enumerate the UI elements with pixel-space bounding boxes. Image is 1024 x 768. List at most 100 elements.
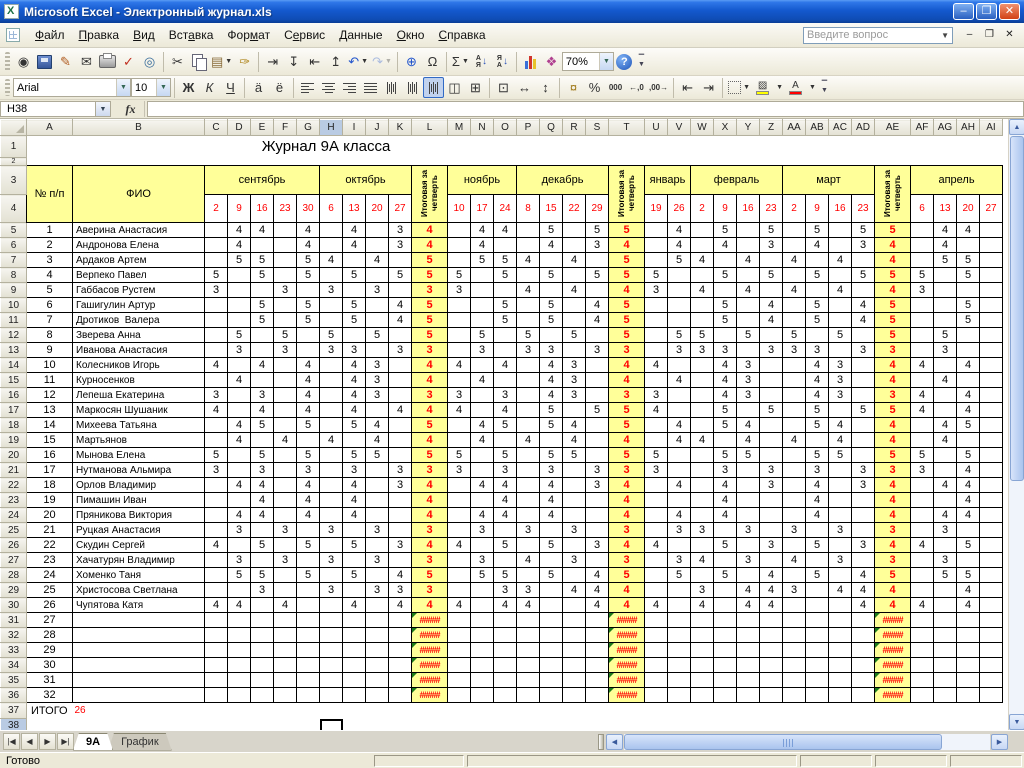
grade-cell[interactable]	[828, 567, 852, 583]
grade-cell[interactable]	[667, 657, 691, 673]
grade-cell[interactable]	[979, 642, 1003, 658]
error-cell[interactable]: #####	[874, 627, 911, 643]
grade-cell[interactable]: 4	[562, 432, 586, 448]
grade-cell[interactable]: 3	[411, 582, 448, 598]
grade-cell[interactable]	[470, 612, 494, 628]
grade-cell[interactable]	[667, 387, 691, 403]
grade-cell[interactable]	[910, 297, 934, 313]
grade-cell[interactable]	[644, 432, 668, 448]
grade-cell[interactable]	[782, 597, 806, 613]
grade-cell[interactable]: 4	[411, 597, 448, 613]
grade-cell[interactable]	[493, 237, 517, 253]
grade-cell[interactable]	[447, 552, 471, 568]
grade-cell[interactable]	[690, 687, 714, 703]
grade-cell[interactable]: 4	[956, 462, 980, 478]
grade-cell[interactable]	[319, 237, 343, 253]
grade-cell[interactable]	[851, 417, 875, 433]
grade-cell[interactable]	[319, 417, 343, 433]
student-name[interactable]: Верпеко Павел	[72, 267, 205, 283]
grade-cell[interactable]	[736, 687, 760, 703]
grade-cell[interactable]	[933, 687, 957, 703]
grade-cell[interactable]	[979, 537, 1003, 553]
grade-cell[interactable]: 3	[365, 357, 389, 373]
grade-cell[interactable]: 3	[539, 462, 563, 478]
grade-cell[interactable]	[759, 642, 783, 658]
grade-cell[interactable]	[493, 687, 517, 703]
grade-cell[interactable]: 4	[874, 252, 911, 268]
grade-cell[interactable]	[713, 522, 737, 538]
grade-cell[interactable]: 5	[874, 222, 911, 238]
grade-cell[interactable]	[447, 672, 471, 688]
error-cell[interactable]: #####	[411, 672, 448, 688]
student-name[interactable]: Гашигулин Артур	[72, 297, 205, 313]
grade-cell[interactable]	[805, 582, 829, 598]
error-cell[interactable]: #####	[411, 657, 448, 673]
header-date[interactable]: 15	[539, 194, 563, 223]
grade-cell[interactable]	[979, 522, 1003, 538]
grade-cell[interactable]	[227, 642, 251, 658]
header-date[interactable]: 22	[562, 194, 586, 223]
grade-cell[interactable]	[273, 312, 297, 328]
header-month[interactable]: февраль	[690, 165, 783, 195]
header-date[interactable]: 10	[447, 194, 471, 223]
grade-cell[interactable]	[851, 522, 875, 538]
grade-cell[interactable]	[585, 252, 609, 268]
grade-cell[interactable]	[470, 297, 494, 313]
grade-cell[interactable]	[828, 402, 852, 418]
grade-cell[interactable]: 3	[319, 582, 343, 598]
grade-cell[interactable]: 4	[874, 492, 911, 508]
grade-cell[interactable]	[644, 642, 668, 658]
student-name[interactable]: Дротиков Валера	[72, 312, 205, 328]
column-header-R[interactable]: R	[562, 119, 586, 136]
grade-cell[interactable]: 4	[250, 222, 274, 238]
grade-cell[interactable]	[828, 297, 852, 313]
grade-cell[interactable]	[667, 297, 691, 313]
grade-cell[interactable]	[319, 402, 343, 418]
grade-cell[interactable]	[585, 552, 609, 568]
grade-cell[interactable]	[296, 522, 320, 538]
grade-cell[interactable]	[447, 522, 471, 538]
save-icon[interactable]	[34, 51, 55, 72]
grade-cell[interactable]	[204, 582, 228, 598]
grade-cell[interactable]: 4	[736, 582, 760, 598]
grade-cell[interactable]: 4	[585, 582, 609, 598]
grade-cell[interactable]	[585, 432, 609, 448]
grade-cell[interactable]	[690, 267, 714, 283]
grade-cell[interactable]	[516, 507, 540, 523]
grade-cell[interactable]	[539, 252, 563, 268]
vertical-text-3-icon[interactable]	[423, 77, 444, 98]
grade-cell[interactable]	[388, 552, 412, 568]
grade-cell[interactable]	[273, 297, 297, 313]
grade-cell[interactable]	[447, 627, 471, 643]
grade-cell[interactable]	[447, 432, 471, 448]
grade-cell[interactable]	[736, 537, 760, 553]
student-name[interactable]: Нутманова Альмира	[72, 462, 205, 478]
underline-icon[interactable]: Ч	[220, 77, 241, 98]
grade-cell[interactable]	[562, 672, 586, 688]
grade-cell[interactable]	[667, 462, 691, 478]
grade-cell[interactable]: 4	[644, 537, 668, 553]
grade-cell[interactable]: 4	[227, 417, 251, 433]
grade-cell[interactable]: 5	[805, 567, 829, 583]
tab-nav-2[interactable]: ▶	[39, 733, 56, 750]
grade-cell[interactable]: 4	[296, 477, 320, 493]
grade-cell[interactable]: 4	[296, 402, 320, 418]
grade-cell[interactable]: 3	[447, 462, 471, 478]
grade-cell[interactable]: 5	[874, 312, 911, 328]
delete-rows-icon[interactable]: ↥	[325, 51, 346, 72]
header-fio[interactable]: ФИО	[72, 165, 205, 223]
grade-cell[interactable]	[470, 267, 494, 283]
grade-cell[interactable]	[851, 672, 875, 688]
grade-cell[interactable]	[759, 657, 783, 673]
grade-cell[interactable]	[204, 612, 228, 628]
grade-cell[interactable]	[296, 657, 320, 673]
grade-cell[interactable]: 3	[388, 477, 412, 493]
grade-cell[interactable]	[933, 282, 957, 298]
grade-cell[interactable]	[828, 612, 852, 628]
grade-cell[interactable]: 3	[608, 387, 645, 403]
grade-cell[interactable]	[644, 582, 668, 598]
grade-cell[interactable]	[690, 402, 714, 418]
grade-cell[interactable]: 5	[608, 312, 645, 328]
grade-cell[interactable]	[319, 372, 343, 388]
column-header-O[interactable]: O	[493, 119, 517, 136]
